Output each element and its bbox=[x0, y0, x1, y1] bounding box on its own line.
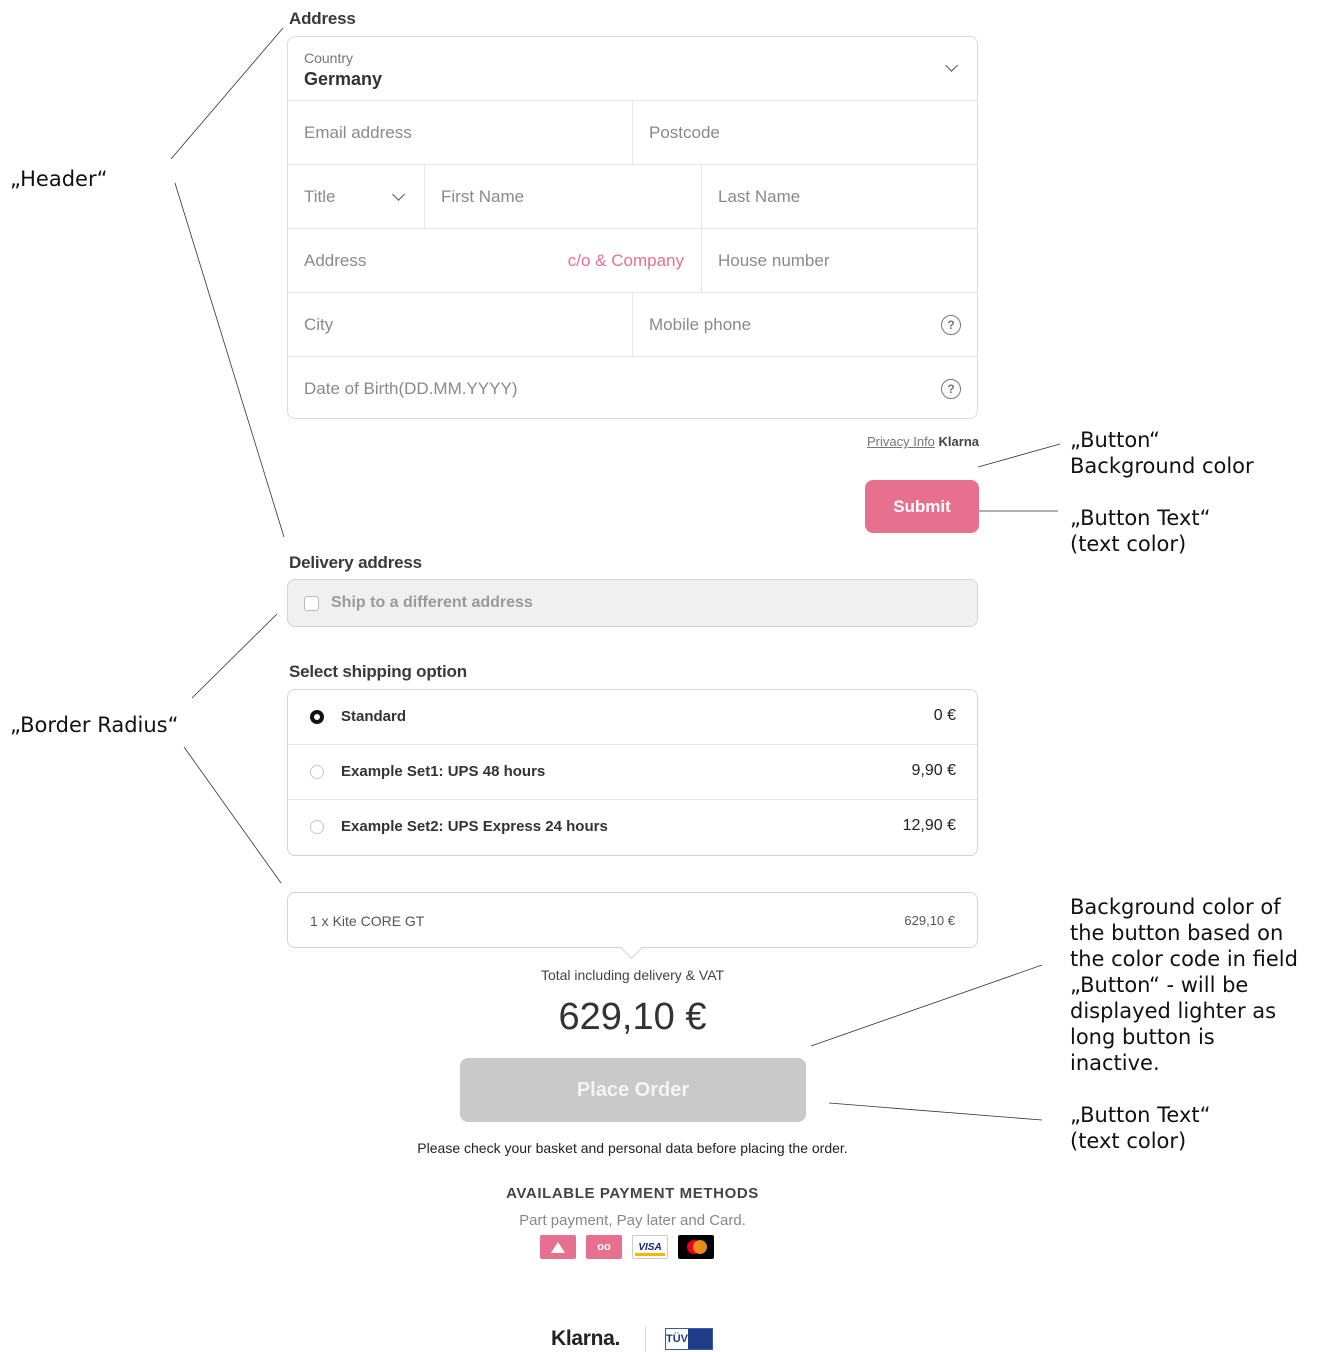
annotation-button-text: „Button Text“ (text color) bbox=[1070, 506, 1211, 556]
annotation-button-text-2: „Button Text“ (text color) bbox=[1070, 1103, 1211, 1153]
annotation-header: „Header“ bbox=[10, 167, 108, 191]
annotation-border-radius: „Border Radius“ bbox=[10, 713, 179, 737]
annotation-inactive-button: Background color of the button based on … bbox=[1070, 895, 1298, 1075]
annotation-button-bg: „Button“ Background color bbox=[1070, 428, 1254, 478]
